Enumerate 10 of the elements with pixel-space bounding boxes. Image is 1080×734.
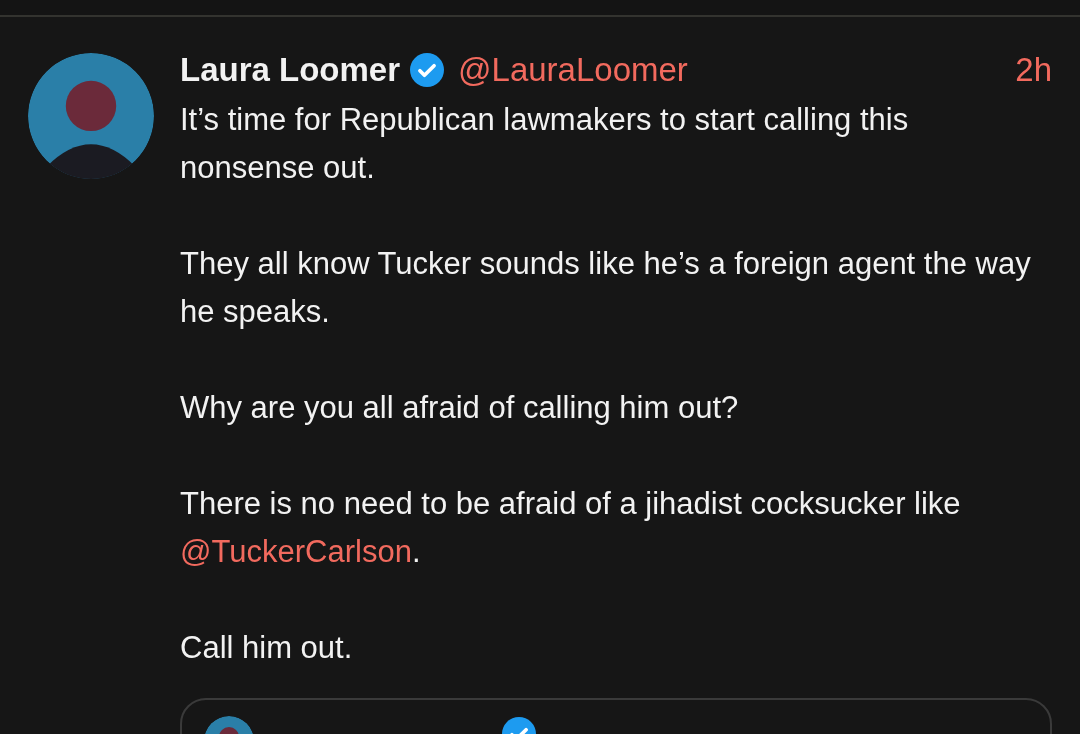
post-paragraph: They all know Tucker sounds like he’s a foreign agent the way he speaks. <box>180 245 1032 331</box>
post-paragraph: Why are you all afraid of calling him out? <box>180 389 740 427</box>
post-paragraph: It’s time for Republican lawmakers to start calling this nonsense out. <box>180 101 910 187</box>
post-paragraph: There is no need to be afraid of a jihadist cocksucker like @TuckerCarlson. <box>180 485 962 571</box>
mention-link[interactable]: @TuckerCarlson <box>180 534 412 569</box>
author-handle[interactable]: @LauraLoomer <box>458 45 688 95</box>
post-time: 2h <box>1015 50 1052 91</box>
author-name[interactable]: Laura Loomer <box>180 45 401 95</box>
post-paragraph: Call him out. <box>180 629 354 667</box>
avatar[interactable] <box>28 53 154 179</box>
